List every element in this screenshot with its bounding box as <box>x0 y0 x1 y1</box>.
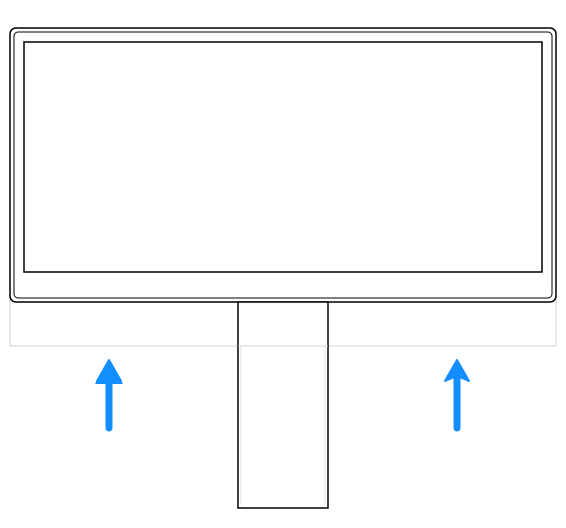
monitor-stand <box>238 302 328 508</box>
monitor <box>10 28 556 302</box>
arrow-left-up-icon <box>95 360 123 428</box>
arrow-right-up-icon <box>445 360 469 428</box>
diagram-svg <box>0 0 566 528</box>
monitor-diagram <box>0 0 566 528</box>
